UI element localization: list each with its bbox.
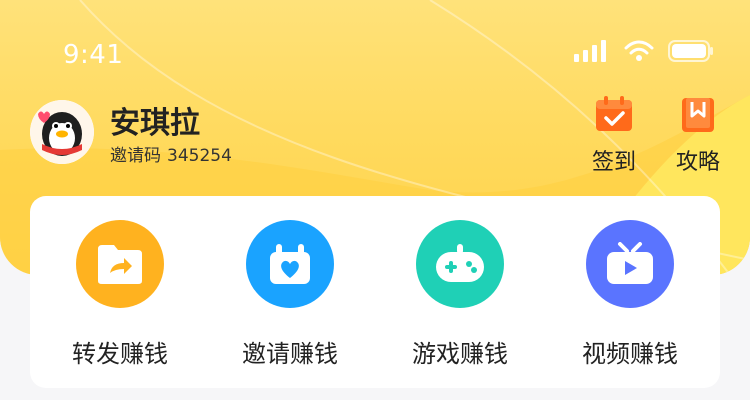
penguin-avatar-icon xyxy=(30,100,94,164)
game-earn-label: 游戏赚钱 xyxy=(412,340,508,368)
guide-book-icon xyxy=(682,98,714,132)
video-earn-circle xyxy=(586,220,674,308)
invite-earn-label: 邀请赚钱 xyxy=(242,340,338,368)
check-in-button[interactable]: 签到 xyxy=(584,96,644,176)
avatar[interactable] xyxy=(30,100,94,164)
user-name: 安琪拉 xyxy=(110,106,200,141)
video-earn-label: 视频赚钱 xyxy=(582,340,678,368)
gamepad-icon xyxy=(436,244,484,282)
invite-code-line: 邀请码 345254 xyxy=(110,141,238,166)
calendar-check-icon xyxy=(596,96,632,131)
guide-button[interactable]: 攻略 xyxy=(668,96,728,176)
signal-icon xyxy=(574,40,606,62)
share-earn-circle xyxy=(76,220,164,308)
invite-earn-item[interactable]: 邀请赚钱 xyxy=(205,220,375,369)
game-earn-item[interactable]: 游戏赚钱 xyxy=(375,220,545,369)
game-earn-circle xyxy=(416,220,504,308)
video-earn-item[interactable]: 视频赚钱 xyxy=(545,220,715,369)
invite-code-value: 345254 xyxy=(167,146,232,166)
share-earn-item[interactable]: 转发赚钱 xyxy=(35,220,205,369)
tv-play-icon xyxy=(607,242,653,284)
status-icons xyxy=(574,40,714,62)
guide-label: 攻略 xyxy=(675,150,720,175)
status-time: 9:41 xyxy=(63,40,124,70)
check-in-label: 签到 xyxy=(591,150,636,175)
invite-earn-circle xyxy=(246,220,334,308)
wifi-icon xyxy=(624,40,654,61)
earn-card: 转发赚钱 邀请赚钱 游戏赚钱 视频赚钱 xyxy=(30,196,720,388)
invite-heart-icon xyxy=(270,244,310,284)
share-folder-icon xyxy=(98,245,142,284)
invite-code-label: 邀请码 xyxy=(110,146,161,166)
battery-icon xyxy=(668,40,713,62)
share-earn-label: 转发赚钱 xyxy=(72,340,168,368)
